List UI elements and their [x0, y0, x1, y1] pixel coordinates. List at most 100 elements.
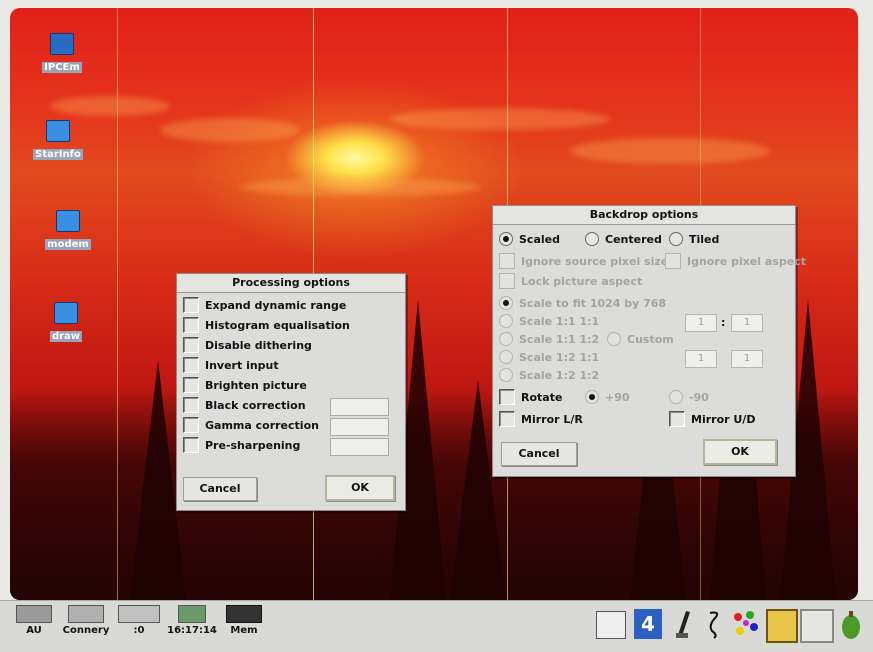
desktop-icon-label: draw	[49, 331, 83, 342]
checkbox[interactable]	[499, 389, 515, 405]
radio-button[interactable]	[585, 232, 599, 246]
radio-button[interactable]	[499, 314, 513, 328]
radio-rotate-minus-90[interactable]: -90	[669, 388, 709, 406]
option-lock-picture-aspect[interactable]: Lock picture aspect	[499, 272, 642, 290]
desktop-icon-label: modem	[45, 239, 91, 250]
backdrop-options-window[interactable]: Backdrop options Scaled Centered Tiled I…	[492, 205, 806, 477]
checkbox[interactable]	[499, 273, 515, 289]
checkbox[interactable]	[499, 411, 515, 427]
checkbox[interactable]	[183, 417, 199, 433]
checkbox[interactable]	[183, 317, 199, 333]
radio-button[interactable]	[499, 350, 513, 364]
radio-button[interactable]	[669, 390, 683, 404]
display-icon[interactable]	[766, 609, 798, 643]
option-invert-input[interactable]: Invert input	[183, 356, 279, 374]
pre-sharpening-field[interactable]	[330, 438, 389, 456]
memory-icon[interactable]: Mem	[224, 601, 264, 636]
ratio-numerator-field[interactable]: 1	[685, 314, 717, 332]
memory-chip-icon	[226, 605, 262, 623]
radio-button[interactable]	[499, 332, 513, 346]
clock-icon[interactable]: 16:17:14	[164, 601, 220, 636]
modem-desktop-icon[interactable]: modem	[38, 210, 98, 251]
checkbox[interactable]	[665, 253, 681, 269]
option-label: Histogram equalisation	[205, 318, 350, 332]
acorn-icon[interactable]	[838, 609, 864, 641]
option-mirror-lr[interactable]: Mirror L/R	[499, 410, 583, 428]
window-title[interactable]: Processing options	[177, 274, 405, 293]
checkbox[interactable]	[183, 437, 199, 453]
option-brighten-picture[interactable]: Brighten picture	[183, 376, 307, 394]
gamma-correction-field[interactable]	[330, 418, 389, 436]
option-gamma-correction[interactable]: Gamma correction	[183, 416, 319, 434]
checkbox[interactable]	[183, 397, 199, 413]
option-label: Brighten picture	[205, 378, 307, 392]
ink-pen-icon[interactable]	[672, 609, 694, 639]
radio-centered[interactable]: Centered	[585, 230, 662, 248]
option-expand-dynamic-range[interactable]: Expand dynamic range	[183, 296, 346, 314]
option-label: Mirror L/R	[521, 412, 583, 426]
checkbox[interactable]	[183, 357, 199, 373]
radio-button[interactable]	[499, 232, 513, 246]
radio-scaled[interactable]: Scaled	[499, 230, 560, 248]
window-title[interactable]: Backdrop options	[493, 206, 795, 225]
option-label: Expand dynamic range	[205, 298, 347, 312]
option-rotate[interactable]: Rotate	[499, 388, 562, 406]
ratio-numerator-field-2[interactable]: 1	[685, 350, 717, 368]
radio-scale-to-fit[interactable]: Scale to fit 1024 by 768	[499, 294, 666, 312]
zeta-icon[interactable]	[704, 609, 726, 639]
clock-app-icon	[178, 605, 206, 623]
processing-options-window[interactable]: Processing options Expand dynamic range …	[176, 273, 406, 511]
ratio-denominator-field[interactable]: 1	[731, 314, 763, 332]
folder-icon	[46, 120, 70, 142]
ok-button[interactable]: OK	[325, 475, 395, 501]
ratio-denominator-field-2[interactable]: 1	[731, 350, 763, 368]
version-4-icon[interactable]: 4	[634, 609, 662, 639]
option-label: Ignore source pixel size	[521, 254, 669, 268]
option-ignore-source-pixel-size[interactable]: Ignore source pixel size	[499, 252, 668, 270]
cancel-button[interactable]: Cancel	[501, 442, 577, 466]
radio-scale-11-11[interactable]: Scale 1:1 1:1	[499, 312, 599, 330]
option-black-correction[interactable]: Black correction	[183, 396, 306, 414]
option-mirror-ud[interactable]: Mirror U/D	[669, 410, 755, 428]
option-ignore-pixel-aspect[interactable]: Ignore pixel aspect	[665, 252, 806, 270]
drive-zero-icon[interactable]: :0	[116, 601, 162, 636]
checkbox[interactable]	[183, 297, 199, 313]
option-label: Invert input	[205, 358, 279, 372]
drive-au-icon[interactable]: AU	[14, 601, 54, 636]
checkbox[interactable]	[669, 411, 685, 427]
iconbar-label: 16:17:14	[167, 625, 217, 636]
screen-mode-icon[interactable]	[800, 609, 834, 643]
radio-label: Scaled	[519, 232, 560, 246]
radio-button[interactable]	[607, 332, 621, 346]
radio-label: Scale 1:1 1:1	[519, 314, 600, 328]
option-disable-dithering[interactable]: Disable dithering	[183, 336, 312, 354]
option-pre-sharpening[interactable]: Pre-sharpening	[183, 436, 300, 454]
cancel-button[interactable]: Cancel	[183, 477, 257, 501]
option-histogram-equalisation[interactable]: Histogram equalisation	[183, 316, 350, 334]
starinfo-desktop-icon[interactable]: StarInfo	[28, 120, 88, 161]
radio-tiled[interactable]: Tiled	[669, 230, 719, 248]
pcem-desktop-icon[interactable]: IPCEm	[32, 33, 92, 74]
radio-button[interactable]	[669, 232, 683, 246]
option-label: Ignore pixel aspect	[687, 254, 806, 268]
radio-button[interactable]	[499, 296, 513, 310]
floppy-drive-icon	[16, 605, 52, 623]
radio-custom[interactable]: Custom	[607, 330, 674, 348]
iconbar-label: AU	[26, 625, 42, 636]
radio-button[interactable]	[585, 390, 599, 404]
ok-button[interactable]: OK	[703, 439, 777, 465]
radio-button[interactable]	[499, 368, 513, 382]
checkbox[interactable]	[183, 377, 199, 393]
radio-scale-12-11[interactable]: Scale 1:2 1:1	[499, 348, 599, 366]
help-icon[interactable]	[596, 611, 626, 639]
palette-icon[interactable]	[730, 609, 760, 639]
radio-scale-11-12[interactable]: Scale 1:1 1:2	[499, 330, 599, 348]
black-correction-field[interactable]	[330, 398, 389, 416]
radio-rotate-plus-90[interactable]: +90	[585, 388, 630, 406]
checkbox[interactable]	[183, 337, 199, 353]
radio-scale-12-12[interactable]: Scale 1:2 1:2	[499, 366, 599, 384]
drive-connery-icon[interactable]: Connery	[60, 601, 112, 636]
draw-desktop-icon[interactable]: draw	[36, 302, 96, 343]
iconbar-label: Connery	[62, 625, 110, 636]
checkbox[interactable]	[499, 253, 515, 269]
